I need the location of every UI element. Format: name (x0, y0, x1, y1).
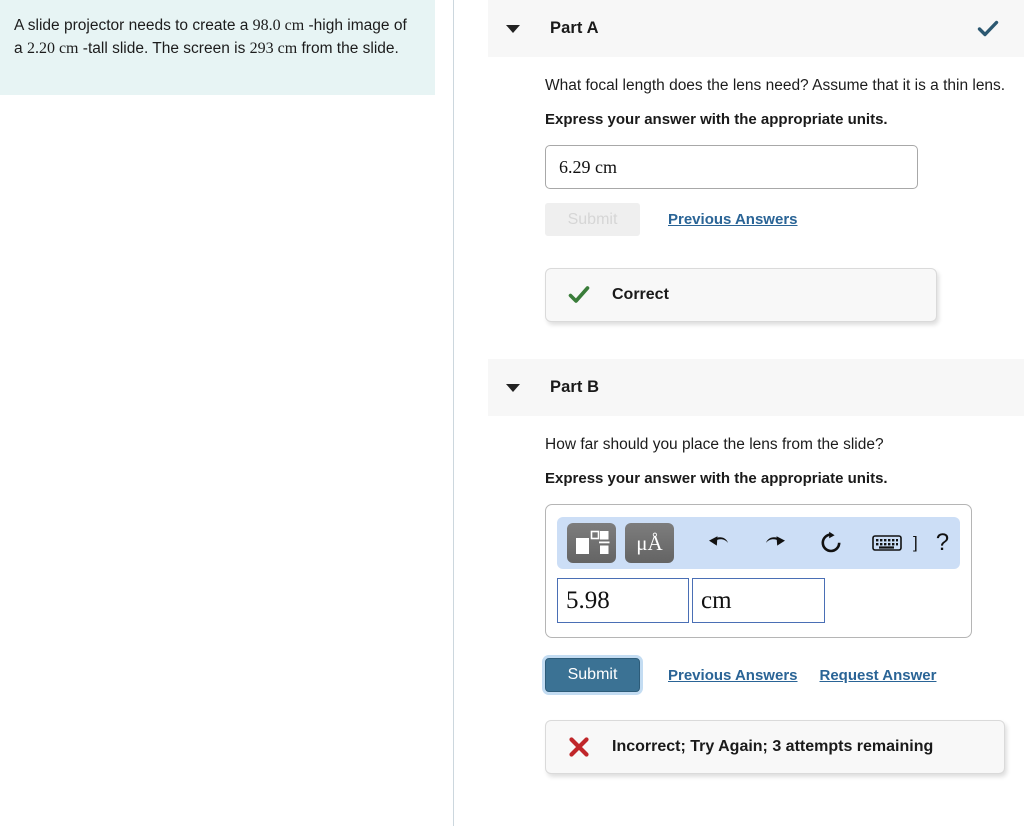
part-b-body: How far should you place the lens from t… (488, 416, 1024, 774)
math-toolbar: μÅ] ? (557, 517, 960, 569)
part-a-actions: Submit Previous Answers (545, 203, 1024, 236)
problem-statement-card: A slide projector needs to create a 98.0… (0, 0, 435, 95)
part-b-answer-unit: cm (701, 586, 732, 614)
part-a-answer-input[interactable]: 6.29 cm (545, 145, 918, 189)
part-a-question: What focal length does the lens need? As… (545, 77, 1006, 94)
part-b-feedback-label: Incorrect; Try Again; 3 attempts remaini… (612, 738, 934, 755)
part-a-answer-value: 6.29 cm (559, 156, 617, 177)
part-a-submit-button: Submit (545, 203, 640, 236)
part-b-answer-unit-input[interactable]: cm (692, 578, 825, 623)
part-a-body: What focal length does the lens need? As… (488, 57, 1024, 322)
problem-value-screen-distance: 293 cm (249, 40, 298, 57)
caret-down-icon[interactable] (506, 383, 520, 392)
part-b-answer-value: 5.98 (566, 586, 610, 614)
part-b-header[interactable]: Part B (488, 359, 1024, 416)
reset-icon[interactable] (811, 524, 851, 562)
part-a-previous-answers-link[interactable]: Previous Answers (668, 211, 798, 228)
problem-segment-0: A slide projector needs to create a (14, 17, 253, 34)
help-icon[interactable]: ? (936, 529, 949, 557)
answer-pane: Part A What focal length does the lens n… (488, 0, 1024, 826)
part-b-actions: Submit Previous Answers Request Answer (545, 658, 1024, 692)
part-a-header[interactable]: Part A (488, 0, 1024, 57)
part-b-previous-answers-link[interactable]: Previous Answers (668, 667, 798, 684)
part-b-math-input-widget: μÅ] ? 5.98 cm (545, 504, 972, 638)
pane-divider (453, 0, 454, 826)
part-a-title: Part A (550, 19, 599, 37)
part-a-instruction: Express your answer with the appropriate… (545, 111, 888, 128)
problem-value-slide-height: 2.20 cm (26, 40, 79, 57)
problem-statement-text: A slide projector needs to create a 98.0… (14, 14, 419, 60)
problem-segment-4: -tall slide. The screen is (78, 40, 250, 57)
part-a-feedback-banner: Correct (545, 268, 937, 322)
part-b-instruction: Express your answer with the appropriate… (545, 470, 888, 487)
problem-value-image-height: 98.0 cm (252, 17, 305, 34)
math-units-icon[interactable]: μÅ (625, 523, 674, 563)
part-a-section: Part A What focal length does the lens n… (488, 0, 1024, 322)
check-icon (977, 18, 999, 40)
part-b-question: How far should you place the lens from t… (545, 436, 884, 453)
math-input-row: 5.98 cm (557, 578, 960, 623)
problem-pane: A slide projector needs to create a 98.0… (0, 0, 454, 826)
part-b-title: Part B (550, 378, 600, 396)
part-b-submit-button[interactable]: Submit (545, 658, 640, 692)
part-b-feedback-banner: Incorrect; Try Again; 3 attempts remaini… (545, 720, 1005, 774)
math-template-icon[interactable] (567, 523, 616, 563)
check-icon (568, 284, 590, 306)
keyboard-bracket-label: ] (913, 533, 918, 552)
part-a-feedback-label: Correct (612, 286, 669, 303)
caret-down-icon[interactable] (506, 24, 520, 33)
redo-icon[interactable] (755, 524, 795, 562)
keyboard-icon[interactable] (867, 524, 907, 562)
cross-icon (568, 736, 590, 758)
undo-icon[interactable] (699, 524, 739, 562)
part-b-answer-value-input[interactable]: 5.98 (557, 578, 689, 623)
problem-page: A slide projector needs to create a 98.0… (0, 0, 1024, 826)
problem-segment-6: from the slide. (297, 40, 399, 57)
part-b-request-answer-link[interactable]: Request Answer (820, 667, 937, 684)
part-b-section: Part B How far should you place the lens… (488, 359, 1024, 774)
